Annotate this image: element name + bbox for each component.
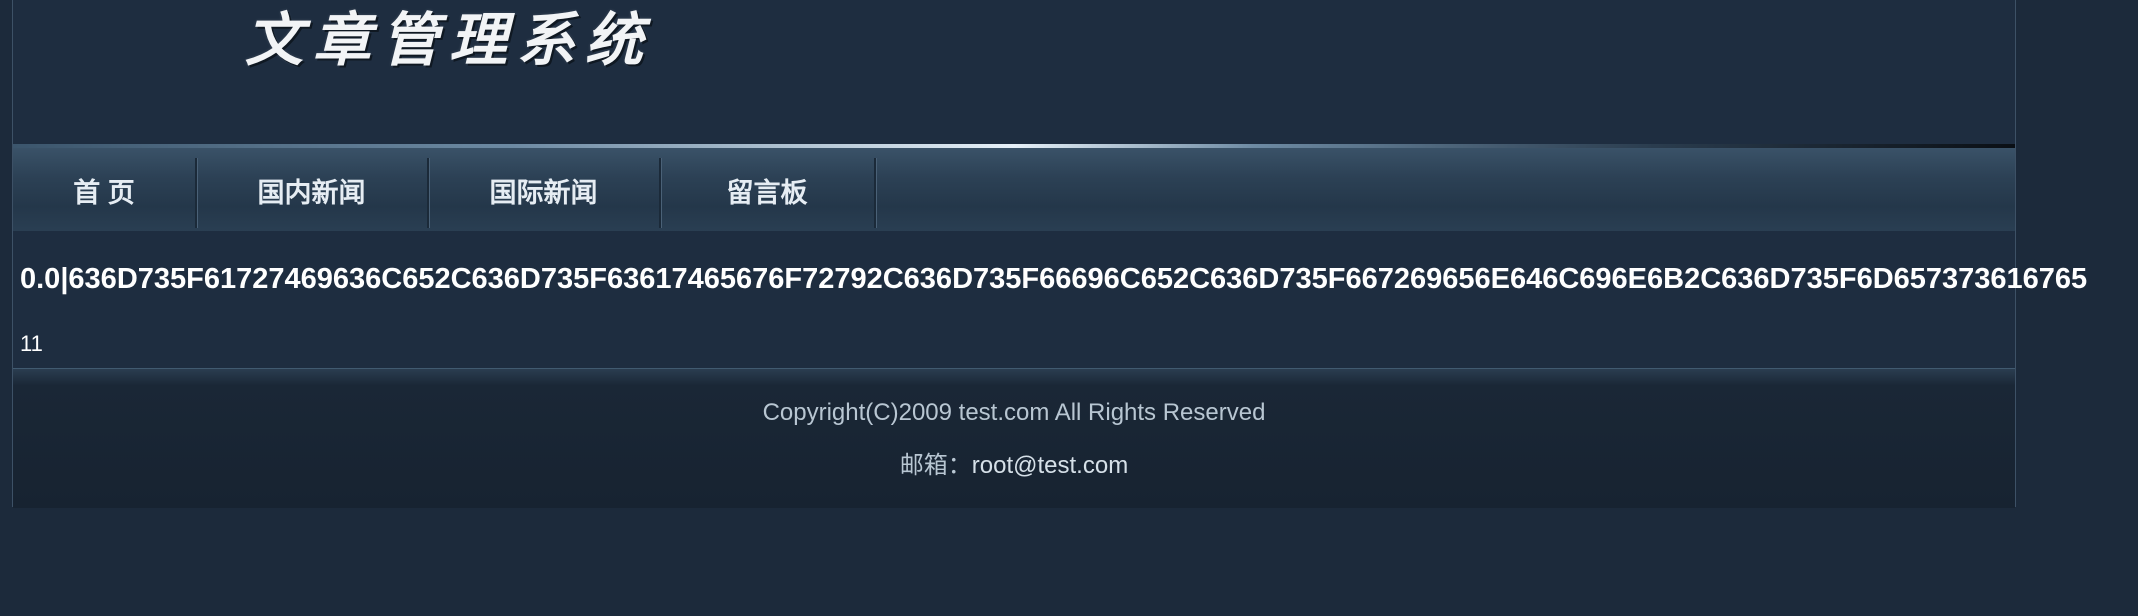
email-line: 邮箱：root@test.com <box>13 445 2015 480</box>
page: 文章管理系统 首 页 国内新闻 国际新闻 留言板 0.0|636D735F617… <box>0 0 2138 616</box>
content-area: 0.0|636D735F61727469636C652C636D735F6361… <box>13 231 2087 368</box>
nav-item-home[interactable]: 首 页 <box>13 158 197 228</box>
nav-glow-divider <box>13 144 2015 148</box>
email-label: 邮箱： <box>899 452 972 479</box>
footer: Copyright(C)2009 test.com All Rights Res… <box>13 368 2015 508</box>
nav-item-international-news[interactable]: 国际新闻 <box>428 158 661 228</box>
result-count: 11 <box>20 331 43 356</box>
copyright-text: Copyright(C)2009 test.com All Rights Res… <box>762 399 1266 426</box>
site-logo: 文章管理系统 <box>245 6 654 74</box>
main-frame: 文章管理系统 首 页 国内新闻 国际新闻 留言板 0.0|636D735F617… <box>12 0 2087 508</box>
email-address[interactable]: root@test.com <box>972 452 1128 479</box>
result-hex-text: 0.0|636D735F61727469636C652C636D735F6361… <box>20 263 2088 295</box>
nav-bar: 首 页 国内新闻 国际新闻 留言板 <box>13 146 2015 233</box>
nav-item-domestic-news[interactable]: 国内新闻 <box>196 158 429 228</box>
header: 文章管理系统 <box>13 0 2015 146</box>
nav-item-message-board[interactable]: 留言板 <box>660 158 876 228</box>
